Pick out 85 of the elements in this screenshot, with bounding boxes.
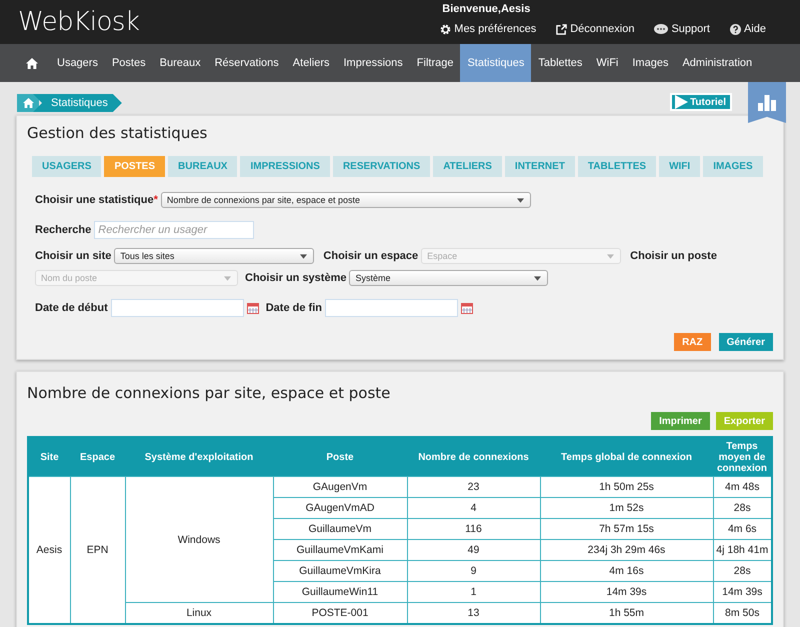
table-cell: 234j 3h 29m 46s: [540, 540, 713, 560]
column-header: Nombre de connexions: [407, 437, 540, 476]
nav-tab[interactable]: Réservations: [208, 44, 286, 82]
table-cell: 23: [407, 476, 540, 498]
nav-tab[interactable]: Images: [625, 44, 676, 82]
caret-icon: [300, 254, 308, 258]
nav-tab[interactable]: Bureaux: [152, 44, 208, 82]
table-cell: 8m 50s: [713, 602, 772, 624]
dropdown[interactable]: Tous les sites: [114, 248, 314, 264]
field-label: Choisir un site: [35, 250, 112, 262]
table-cell: GuillaumeVmKami: [273, 540, 407, 560]
nav-tab[interactable]: Administration: [675, 44, 760, 82]
header-link[interactable]: Support: [654, 23, 710, 35]
help-icon: [730, 24, 741, 34]
dropdown[interactable]: Nombre de connexions par site, espace et poste: [160, 192, 531, 208]
table-cell: GuillaumeWin11: [273, 582, 407, 602]
column-header: Poste: [273, 437, 407, 476]
table-cell: 4m 6s: [713, 518, 772, 540]
column-header: Temps global de connexion: [540, 437, 713, 476]
column-header: Système d'exploitation: [125, 437, 273, 476]
caret-icon: [534, 276, 542, 280]
bar-chart-icon: [758, 94, 776, 110]
table-cell: Windows: [125, 476, 273, 602]
table-cell: Aesis: [28, 476, 70, 624]
external-link-icon: [556, 24, 568, 34]
nav-tab[interactable]: WiFi: [589, 44, 626, 82]
field-label: Choisir une statistique*: [35, 194, 158, 206]
dropdown[interactable]: Système: [349, 270, 548, 286]
nav-tab[interactable]: Filtrage: [410, 44, 460, 82]
table-cell: GuillaumeVmKira: [273, 560, 407, 582]
nav-tab[interactable]: Tablettes: [531, 44, 590, 82]
chat-icon: [654, 24, 668, 34]
caret-icon: [516, 198, 524, 202]
field-label: Choisir un système: [245, 272, 346, 284]
calendar-icon[interactable]: [460, 302, 473, 314]
field-label: Date de fin: [266, 302, 322, 314]
column-header: Site: [28, 437, 70, 476]
column-header: Temps moyen de connexion: [713, 437, 772, 476]
table-cell: 9: [407, 560, 540, 582]
table-cell: 4m 48s: [713, 476, 772, 498]
column-header: Espace: [70, 437, 125, 476]
table-cell: EPN: [70, 476, 125, 624]
nav-tab[interactable]: Ateliers: [286, 44, 336, 82]
logo[interactable]: WebKiosk: [18, 7, 140, 44]
date-field[interactable]: [324, 299, 458, 317]
caret-icon: [607, 254, 614, 258]
table-cell: POSTE-001: [273, 602, 407, 624]
table-cell: 14m 39s: [713, 582, 772, 602]
play-icon: [674, 95, 688, 109]
welcome-text: Bienvenue,Aesis: [441, 3, 532, 15]
field-label: Choisir un poste: [630, 250, 717, 262]
table-cell: GAugenVm: [273, 476, 407, 498]
nav-tab[interactable]: Usagers: [50, 44, 105, 82]
table-cell: 28s: [713, 498, 772, 518]
table-cell: 14m 39s: [540, 582, 713, 602]
field-label: Recherche: [35, 224, 92, 236]
table-cell: 4: [407, 498, 540, 518]
table-cell: 116: [407, 518, 540, 540]
table-cell: 49: [407, 540, 540, 560]
table-cell: 28s: [713, 560, 772, 582]
table-cell: 1m 52s: [540, 498, 713, 518]
nav-tab[interactable]: Impressions: [336, 44, 410, 82]
table-cell: 1: [407, 582, 540, 602]
header-link[interactable]: Déconnexion: [556, 23, 634, 35]
table-cell: GAugenVmAD: [273, 498, 407, 518]
header-link[interactable]: Mes préférences: [440, 23, 536, 35]
table-cell: Linux: [125, 602, 273, 624]
panel-title: Gestion des statistiques: [27, 124, 208, 142]
panel-title: Nombre de connexions par site, espace et poste: [27, 384, 392, 402]
field-label: Date de début: [35, 302, 108, 314]
table-cell: 13: [407, 602, 540, 624]
table-cell: GuillaumeVm: [273, 518, 407, 540]
date-field[interactable]: [110, 299, 244, 317]
calendar-icon[interactable]: [246, 302, 259, 314]
table-cell: 4j 18h 41m: [713, 540, 772, 560]
table-cell: 4m 16s: [540, 560, 713, 582]
table-cell: 7h 57m 15s: [540, 518, 713, 540]
caret-icon: [224, 276, 231, 280]
table-cell: 1h 50m 25s: [540, 476, 713, 498]
header-link[interactable]: Aide: [730, 23, 766, 35]
field-label: Choisir un espace: [323, 250, 418, 262]
nav-tab[interactable]: Postes: [104, 44, 153, 82]
gear-icon: [440, 24, 452, 34]
search-field[interactable]: Rechercher un usager: [94, 221, 254, 239]
table-cell: 1h 55m: [540, 602, 713, 624]
